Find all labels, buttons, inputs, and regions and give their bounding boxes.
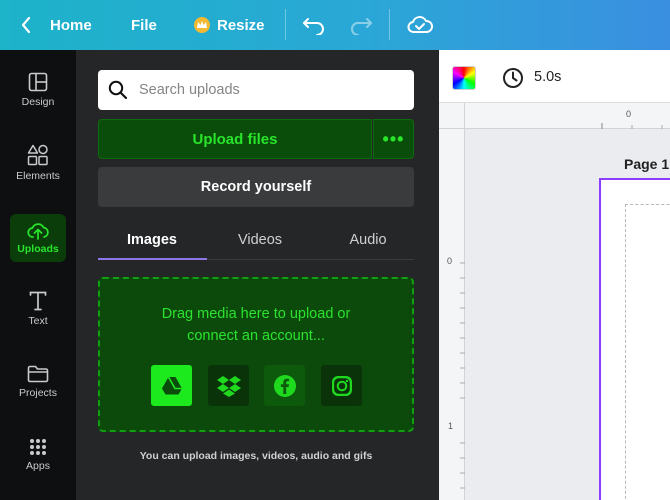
home-button[interactable]: Home [50,0,92,50]
duration-value[interactable]: 5.0s [534,69,561,85]
dropbox-icon [216,375,241,397]
sidebar-item-label: Text [28,315,48,327]
sidebar-item-design[interactable]: Design [0,60,76,120]
sidebar-item-label: Apps [26,460,50,472]
sidebar-item-apps[interactable]: Apps [0,425,76,485]
design-icon [28,72,48,92]
uploads-icon [27,222,49,240]
ruler-horizontal: 0 [465,103,670,129]
color-picker-button[interactable] [452,66,476,90]
sidebar-item-uploads[interactable]: Uploads [10,214,66,262]
sidebar-item-projects[interactable]: Projects [0,352,76,412]
dropzone-line-1: Drag media here to upload or [161,306,351,322]
top-bar: Home File Resize [0,0,670,50]
facebook-button[interactable] [264,365,305,406]
crown-icon [194,17,210,33]
search-icon [108,80,128,100]
redo-button[interactable] [349,0,373,50]
dropbox-button[interactable] [208,365,249,406]
sidebar-item-label: Elements [16,170,60,182]
back-button[interactable] [20,0,40,50]
chevron-left-icon [21,16,31,34]
google-drive-button[interactable] [151,365,192,406]
sidebar-item-label: Projects [19,387,57,399]
resize-button[interactable]: Resize [194,0,265,50]
resize-label: Resize [217,16,265,34]
instagram-button[interactable] [321,365,362,406]
ruler-vertical: 0 1 [439,103,465,500]
tab-images[interactable]: Images [98,222,206,258]
file-menu[interactable]: File [131,0,157,50]
sidebar-item-label: Uploads [17,242,59,255]
folder-icon [27,365,49,383]
instagram-icon [331,375,352,396]
ruler-corner [439,103,465,129]
design-page[interactable] [599,178,670,500]
divider [285,9,286,40]
undo-icon [303,18,324,35]
elements-icon [27,144,48,166]
upload-files-button[interactable]: Upload files [98,119,372,159]
sidebar-item-text[interactable]: Text [0,279,76,339]
apps-icon [30,439,46,455]
dropzone-text: Drag media here to upload or connect an … [100,303,412,347]
text-icon [29,291,47,311]
upload-dropzone[interactable]: Drag media here to upload or connect an … [98,277,414,432]
sidebar-item-label: Design [21,96,55,108]
record-yourself-button[interactable]: Record yourself [98,167,414,207]
tab-active-indicator [98,258,207,260]
redo-icon [351,18,372,35]
cloud-check-icon [407,16,433,33]
save-status-button[interactable] [407,0,433,50]
upload-hint: You can upload images, videos, audio and… [139,450,373,462]
page-label: Page 1 [624,156,670,172]
left-rail: Design Elements Uploads Text Projects Ap… [0,50,76,500]
ruler-label: 1 [448,421,454,431]
ruler-label: 0 [447,256,453,266]
search-box[interactable] [98,70,414,110]
tab-videos[interactable]: Videos [206,222,314,258]
page-margin-guide [625,204,670,500]
ruler-label: 0 [626,109,632,119]
dropzone-line-2: connect an account... [187,328,325,344]
sidebar-item-elements[interactable]: Elements [0,133,76,193]
google-drive-icon [161,376,182,394]
timer-button[interactable] [502,67,524,94]
canvas-toolbar: 5.0s [439,50,670,103]
canvas-area: 5.0s 0 0 1 Page 1 [439,50,670,500]
undo-button[interactable] [302,0,326,50]
tab-audio[interactable]: Audio [314,222,422,258]
uploads-panel: Upload files ••• Record yourself Images … [76,50,439,500]
divider [389,9,390,40]
more-options-button[interactable]: ••• [373,119,414,159]
clock-icon [503,68,523,88]
search-input[interactable] [139,82,389,98]
facebook-icon [273,374,296,397]
